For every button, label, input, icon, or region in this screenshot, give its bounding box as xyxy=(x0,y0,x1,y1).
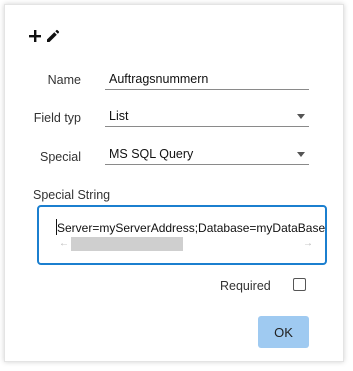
special-string-input[interactable]: Server=myServerAddress;Database=myDataBa… xyxy=(37,205,327,265)
field-type-select[interactable]: List xyxy=(105,107,309,127)
special-string-text: Server=myServerAddress;Database=myDataBa… xyxy=(57,221,326,235)
required-label: Required xyxy=(220,279,271,293)
chevron-down-icon xyxy=(297,114,305,119)
scroll-left-icon[interactable]: ← xyxy=(57,237,71,251)
plus-icon[interactable] xyxy=(28,29,42,43)
chevron-down-icon xyxy=(297,152,305,157)
field-editor-dialog: Name Auftragsnummern Field typ List Spec… xyxy=(4,4,344,362)
scroll-right-icon[interactable]: → xyxy=(301,237,315,251)
ok-button[interactable]: OK xyxy=(258,316,309,348)
required-checkbox[interactable] xyxy=(293,278,306,291)
special-label: Special xyxy=(40,150,81,164)
pencil-icon[interactable] xyxy=(45,28,61,44)
header-icons xyxy=(28,29,72,51)
special-value: MS SQL Query xyxy=(109,147,194,161)
scrollbar-thumb[interactable] xyxy=(71,237,183,251)
name-field[interactable]: Auftragsnummern xyxy=(105,70,309,90)
field-type-value: List xyxy=(109,109,129,123)
name-label: Name xyxy=(47,73,81,87)
horizontal-scrollbar[interactable]: ← → xyxy=(57,237,315,251)
special-select[interactable]: MS SQL Query xyxy=(105,145,309,165)
special-string-label: Special String xyxy=(33,188,111,202)
field-type-label: Field typ xyxy=(33,111,81,125)
